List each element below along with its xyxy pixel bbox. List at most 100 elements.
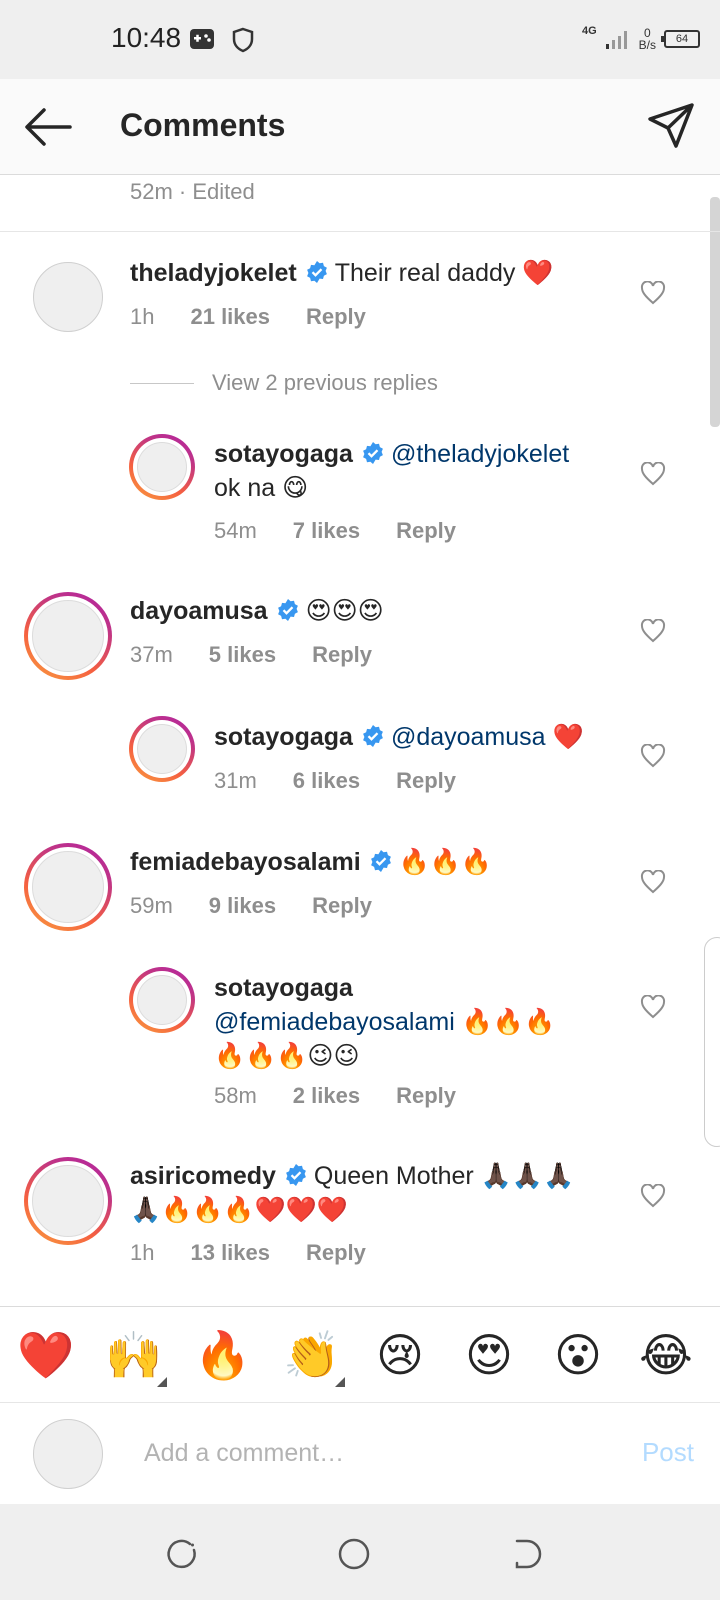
- top-comment-meta: 52m · Edited: [130, 179, 255, 204]
- reply-button[interactable]: Reply: [396, 768, 456, 793]
- comment-text: ok na 😋: [214, 474, 309, 502]
- comment-username[interactable]: sotayogaga: [214, 723, 353, 751]
- comment-likes[interactable]: 2 likes: [293, 1083, 360, 1108]
- comment-username[interactable]: sotayogaga: [214, 440, 353, 468]
- avatar[interactable]: [24, 843, 112, 931]
- signal-icon: [605, 31, 627, 49]
- heart-icon[interactable]: [640, 744, 666, 768]
- game-icon: [190, 29, 214, 49]
- network-speed: 0 B/s: [638, 26, 656, 52]
- comment-likes[interactable]: 13 likes: [190, 1240, 270, 1265]
- avatar[interactable]: [33, 262, 103, 332]
- comment-list[interactable]: 52m · Edited theladyjokelet Their real da…: [0, 175, 720, 1305]
- avatar[interactable]: [129, 434, 195, 500]
- comment-text: 😍😍😍: [305, 597, 384, 625]
- comment-text-continued: 🙏🏿🔥🔥🔥❤️❤️❤️: [130, 1196, 348, 1224]
- comment-mention[interactable]: @theladyjokelet: [391, 440, 569, 468]
- emoji-heart-button[interactable]: ❤️: [17, 1327, 74, 1383]
- heart-icon[interactable]: [640, 281, 666, 305]
- status-time: 10:48: [111, 22, 182, 53]
- verified-badge-icon: [286, 1164, 306, 1186]
- comment-meta: 1h 21 likes Reply: [130, 304, 402, 330]
- reply-button[interactable]: Reply: [396, 518, 456, 543]
- emoji-laughing-button[interactable]: 😂: [638, 1327, 694, 1383]
- avatar[interactable]: [24, 592, 112, 680]
- heart-icon[interactable]: [640, 870, 666, 894]
- comment-likes[interactable]: 21 likes: [190, 304, 270, 329]
- emoji-reaction-bar: ❤️ 🙌 🔥 👏 😢 😍 😮 😂: [0, 1306, 720, 1402]
- status-indicators: 4G 0 B/s 64: [582, 22, 700, 56]
- comment-username[interactable]: dayoamusa: [130, 597, 268, 625]
- avatar[interactable]: [24, 1157, 112, 1245]
- comment-time: 59m: [130, 893, 173, 918]
- comment-text: ❤️: [552, 723, 584, 751]
- comment-likes[interactable]: 7 likes: [293, 518, 360, 543]
- comment-meta: 54m 7 likes Reply: [214, 518, 492, 544]
- emoji-crying-button[interactable]: 😢: [372, 1327, 428, 1383]
- comment-input[interactable]: [144, 1431, 584, 1475]
- reply-button[interactable]: Reply: [306, 1240, 366, 1265]
- view-replies-link[interactable]: View 2 previous replies: [130, 370, 438, 396]
- comment-item: sotayogaga @dayoamusa ❤️: [214, 720, 584, 754]
- comment-likes[interactable]: 9 likes: [209, 893, 276, 918]
- comment-meta: 59m 9 likes Reply: [130, 893, 408, 919]
- emoji-surprised-button[interactable]: 😮: [550, 1327, 606, 1383]
- reply-button[interactable]: Reply: [312, 893, 372, 918]
- status-bar: 10:48 4G 0 B/s 64: [0, 0, 720, 79]
- divider: [0, 231, 720, 232]
- verified-badge-icon: [306, 261, 327, 283]
- comment-username[interactable]: femiadebayosalami: [130, 848, 361, 876]
- comment-item: asiricomedy Queen Mother 🙏🏿🙏🏿🙏🏿 🙏🏿🔥🔥🔥❤️❤️…: [130, 1159, 574, 1227]
- reply-button[interactable]: Reply: [306, 304, 366, 329]
- reply-button[interactable]: Reply: [396, 1083, 456, 1108]
- comment-username[interactable]: sotayogaga: [214, 974, 353, 1002]
- comment-likes[interactable]: 6 likes: [293, 768, 360, 793]
- comment-meta: 31m 6 likes Reply: [214, 768, 492, 794]
- verified-badge-icon: [277, 599, 298, 621]
- heart-icon[interactable]: [640, 619, 666, 643]
- emoji-fire-button[interactable]: 🔥: [194, 1327, 251, 1383]
- comment-username[interactable]: asiricomedy: [130, 1162, 276, 1190]
- arrow-left-icon[interactable]: [22, 105, 72, 149]
- comment-mention[interactable]: @dayoamusa: [391, 723, 546, 751]
- comment-text: Their real daddy ❤️: [334, 259, 554, 287]
- emoji-heart-eyes-button[interactable]: 😍: [461, 1327, 517, 1383]
- comment-time: 54m: [214, 518, 257, 543]
- comment-likes[interactable]: 5 likes: [209, 642, 276, 667]
- comment-meta: 1h 13 likes Reply: [130, 1240, 402, 1266]
- avatar[interactable]: [129, 716, 195, 782]
- comment-item: femiadebayosalami 🔥🔥🔥: [130, 845, 492, 879]
- comment-text: 🔥🔥🔥: [461, 1008, 556, 1036]
- comment-username[interactable]: theladyjokelet: [130, 259, 297, 287]
- comment-mention[interactable]: @femiadebayosalami: [214, 1008, 455, 1036]
- comment-item: dayoamusa 😍😍😍: [130, 594, 384, 628]
- comment-time: 31m: [214, 768, 257, 793]
- comment-item: sotayogaga @femiadebayosalami 🔥🔥🔥 🔥🔥🔥😉😉: [214, 971, 555, 1073]
- page-title: Comments: [120, 107, 286, 143]
- reply-button[interactable]: Reply: [312, 642, 372, 667]
- verified-badge-icon: [370, 850, 391, 872]
- battery-icon: 64: [661, 30, 700, 48]
- user-avatar: [33, 1419, 103, 1489]
- verified-badge-icon: [363, 725, 383, 747]
- post-button[interactable]: Post: [642, 1437, 694, 1468]
- heart-icon[interactable]: [640, 1184, 666, 1208]
- network-label: 4G: [581, 25, 597, 37]
- home-icon[interactable]: [336, 1536, 372, 1572]
- send-icon[interactable]: [646, 101, 696, 151]
- edge-panel-handle[interactable]: [704, 937, 720, 1147]
- avatar[interactable]: [129, 967, 195, 1033]
- emoji-clap-button[interactable]: 👏: [283, 1327, 345, 1387]
- comment-meta: 58m 2 likes Reply: [214, 1083, 492, 1109]
- system-nav-bar: [0, 1504, 720, 1600]
- recents-icon[interactable]: [164, 1536, 200, 1572]
- heart-icon[interactable]: [640, 995, 666, 1019]
- comment-time: 58m: [214, 1083, 257, 1108]
- comment-item: sotayogaga @theladyjokelet ok na 😋: [214, 437, 569, 505]
- emoji-raised-hands-button[interactable]: 🙌: [105, 1327, 167, 1387]
- heart-icon[interactable]: [640, 462, 666, 486]
- shield-icon: [232, 27, 254, 53]
- comment-meta: 37m 5 likes Reply: [130, 642, 408, 668]
- back-icon[interactable]: [507, 1536, 543, 1572]
- comment-item: theladyjokelet Their real daddy ❤️: [130, 256, 553, 290]
